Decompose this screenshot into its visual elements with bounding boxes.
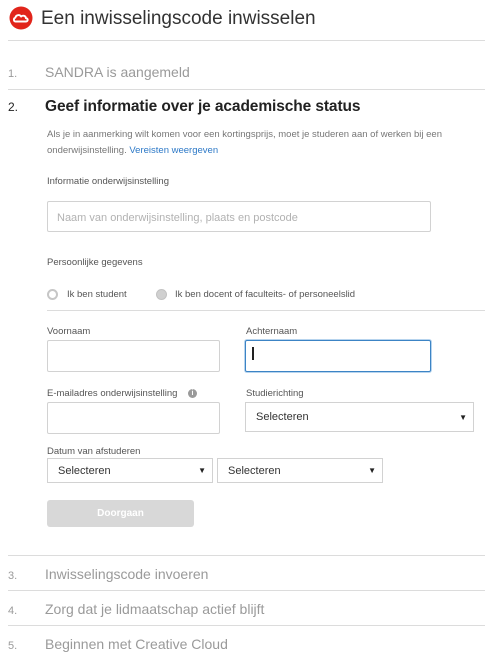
step-4: 4. Zorg dat je lidmaatschap actief blijf… [8, 601, 264, 617]
adobe-creative-cloud-icon [9, 6, 33, 30]
graduation-month-select[interactable]: Selecteren ▼ [47, 458, 213, 483]
text-cursor [252, 347, 254, 360]
step-1: 1. SANDRA is aangemeld [8, 64, 190, 80]
graduation-month-value: Selecteren [58, 464, 111, 477]
step-divider [8, 89, 485, 90]
study-label: Studierichting [246, 388, 304, 399]
step-label: Beginnen met Creative Cloud [45, 636, 228, 652]
section-divider [47, 310, 485, 311]
dropdown-arrow-icon: ▼ [368, 466, 376, 475]
institution-label: Informatie onderwijsinstelling [47, 176, 169, 187]
info-icon[interactable]: i [188, 389, 197, 398]
step-number: 4. [8, 605, 18, 617]
step-number: 2. [8, 100, 19, 114]
graduation-label: Datum van afstuderen [47, 446, 141, 457]
step-number: 1. [8, 68, 18, 80]
step-2: 2. Geef informatie over je academische s… [8, 98, 361, 116]
lastname-input[interactable] [245, 340, 431, 372]
institution-input[interactable]: Naam van onderwijsinstelling, plaats en … [47, 201, 431, 232]
dropdown-arrow-icon: ▼ [198, 466, 206, 475]
radio-student[interactable] [47, 289, 58, 300]
study-select[interactable]: Selecteren ▼ [245, 402, 474, 432]
step-number: 5. [8, 640, 18, 652]
radio-staff[interactable] [156, 289, 167, 300]
step-3: 3. Inwisselingscode invoeren [8, 566, 208, 582]
step-number: 3. [8, 570, 18, 582]
step-divider [8, 625, 485, 626]
requirements-link[interactable]: Vereisten weergeven [129, 145, 218, 156]
page-title: Een inwisselingscode inwisselen [41, 8, 316, 29]
study-select-value: Selecteren [256, 411, 309, 423]
step-label: Geef informatie over je academische stat… [45, 98, 361, 115]
radio-staff-label[interactable]: Ik ben docent of faculteits- of personee… [175, 289, 355, 300]
step-label: SANDRA is aangemeld [45, 64, 190, 80]
email-input[interactable] [47, 402, 220, 434]
email-label: E-mailadres onderwijsinstelling [47, 388, 178, 399]
personal-label: Persoonlijke gegevens [47, 257, 143, 268]
step-label: Inwisselingscode invoeren [45, 566, 209, 582]
institution-placeholder: Naam van onderwijsinstelling, plaats en … [57, 212, 298, 224]
header-divider [8, 40, 485, 41]
firstname-label: Voornaam [47, 326, 91, 337]
radio-student-label[interactable]: Ik ben student [67, 289, 127, 300]
firstname-input[interactable] [47, 340, 220, 372]
eligibility-description: Als je in aanmerking wilt komen voor een… [47, 127, 467, 159]
lastname-label: Achternaam [246, 326, 298, 337]
step-label: Zorg dat je lidmaatschap actief blijft [45, 601, 265, 617]
step-divider [8, 555, 485, 556]
dropdown-arrow-icon: ▼ [459, 412, 467, 422]
step-divider [8, 590, 485, 591]
description-text: Als je in aanmerking wilt komen voor een… [47, 129, 442, 156]
step-5: 5. Beginnen met Creative Cloud [8, 636, 228, 652]
graduation-year-select[interactable]: Selecteren ▼ [217, 458, 383, 483]
continue-button[interactable]: Doorgaan [47, 500, 194, 527]
graduation-year-value: Selecteren [228, 464, 281, 477]
